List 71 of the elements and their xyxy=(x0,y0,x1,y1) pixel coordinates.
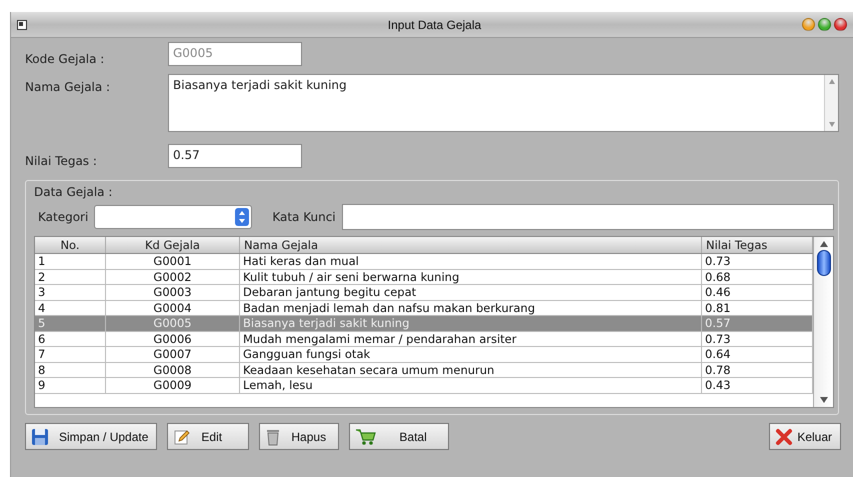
table-cell: Kulit tubuh / air seni berwarna kuning xyxy=(240,270,702,284)
table-cell: 4 xyxy=(35,300,106,315)
table-cell: G0007 xyxy=(106,347,240,362)
field-label: Kata Kunci xyxy=(272,210,336,224)
table-cell: G0002 xyxy=(106,270,240,284)
table-cell: Keadaan kesehatan secara umum menurun xyxy=(240,362,702,377)
save-button[interactable]: Simpan / Update xyxy=(25,423,158,450)
field-value: Biasanya terjadi sakit kuning xyxy=(172,77,348,94)
table-row[interactable]: 9 G0009 Lemah, lesu 0.43 xyxy=(35,378,813,394)
scroll-down-icon xyxy=(820,397,828,403)
table-cell: G0004 xyxy=(106,300,240,315)
table-cell: 8 xyxy=(35,362,106,377)
column-header[interactable]: Nama Gejala xyxy=(240,237,702,253)
maximize-button[interactable] xyxy=(818,18,831,31)
scroll-thumb[interactable] xyxy=(816,250,830,276)
table-cell: Hati keras dan mual xyxy=(240,254,702,268)
edit-button[interactable]: Edit xyxy=(167,423,250,450)
table-cell: G0008 xyxy=(106,362,240,377)
scroll-up-icon xyxy=(820,241,828,247)
table-cell: 3 xyxy=(35,285,106,300)
field-label: Kode Gejala : xyxy=(25,52,106,66)
table-cell: Badan menjadi lemah dan nafsu makan berkurang xyxy=(240,300,702,315)
column-header[interactable]: No. xyxy=(35,237,106,253)
table-row[interactable]: 6 G0006 Mudah mengalami memar / pendarahan arsiter 0.73 xyxy=(35,332,813,347)
table-cell: G0006 xyxy=(106,332,240,346)
table-cell: 1 xyxy=(35,254,106,268)
kata-kunci-field[interactable] xyxy=(342,204,834,230)
close-icon xyxy=(775,428,794,446)
table-cell: 9 xyxy=(35,378,106,392)
minimize-button[interactable] xyxy=(802,18,815,31)
pencil-icon xyxy=(173,428,192,446)
scroll-down-icon xyxy=(828,122,834,127)
scrollbar[interactable] xyxy=(813,237,833,407)
group-title: Data Gejala : xyxy=(32,185,114,199)
cancel-button[interactable]: Batal xyxy=(349,423,450,450)
table-row[interactable]: 7 G0007 Gangguan fungsi otak 0.64 xyxy=(35,347,813,362)
scrollbar[interactable] xyxy=(824,75,838,131)
nama-text-area[interactable]: Biasanya terjadi sakit kuning xyxy=(168,74,839,132)
table-cell: G0005 xyxy=(106,316,240,330)
table-cell: 2 xyxy=(35,270,106,284)
table-cell: Lemah, lesu xyxy=(240,378,702,392)
table-cell: Gangguan fungsi otak xyxy=(240,347,702,362)
field-label: Nama Gejala : xyxy=(25,79,112,94)
table-cell: G0009 xyxy=(106,378,240,392)
close-button[interactable] xyxy=(834,18,847,31)
window-title: Input Data Gejala xyxy=(386,18,482,32)
table-cell: 6 xyxy=(35,332,106,346)
table-cell: Debaran jantung begitu cepat xyxy=(240,285,702,300)
kategori-dropdown[interactable] xyxy=(94,205,252,229)
table-cell: Biasanya terjadi sakit kuning xyxy=(240,316,702,330)
table-row[interactable]: 1 G0001 Hati keras dan mual 0.73 xyxy=(35,254,813,270)
cart-icon xyxy=(355,428,378,446)
column-header[interactable]: Kd Gejala xyxy=(106,237,240,253)
table-row[interactable]: 3 G0003 Debaran jantung begitu cepat 0.46 xyxy=(35,285,813,300)
scroll-up-icon xyxy=(828,79,834,84)
trash-can-icon xyxy=(265,428,282,446)
table-cell: Mudah mengalami memar / pendarahan arsiter xyxy=(240,332,702,346)
table-row[interactable]: 2 G0002 Kulit tubuh / air seni berwarna kuning 0.68 xyxy=(35,270,813,285)
table-row[interactable]: 4 G0004 Badan menjadi lemah dan nafsu makan berkurang 0.81 xyxy=(35,300,813,316)
table-cell: G0001 xyxy=(106,254,240,268)
table-cell: 5 xyxy=(35,316,106,330)
table-cell: 7 xyxy=(35,347,106,362)
nilai-field[interactable]: 0.57 xyxy=(168,144,302,168)
table-cell: G0003 xyxy=(106,285,240,300)
dropdown-arrows-icon xyxy=(235,208,250,226)
field-label: Kategori xyxy=(38,210,88,224)
exit-button[interactable]: Keluar xyxy=(769,423,841,450)
table-row[interactable]: 8 G0008 Keadaan kesehatan secara umum menurun 0.78 xyxy=(35,362,813,378)
delete-button[interactable]: Hapus xyxy=(259,423,340,450)
app-icon xyxy=(17,20,27,30)
field-label: Nilai Tegas : xyxy=(25,154,98,168)
